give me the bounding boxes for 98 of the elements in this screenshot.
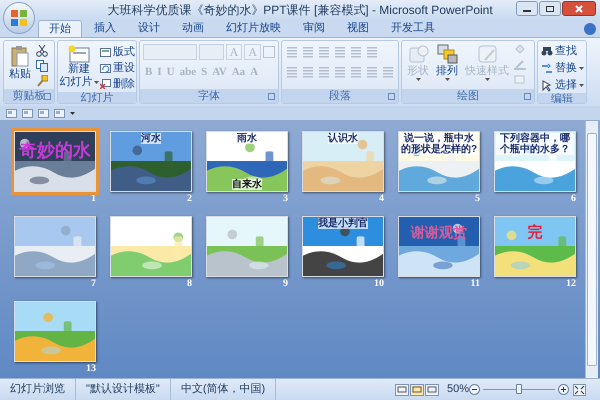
normal-view-icon[interactable] xyxy=(394,384,409,396)
sorter-view-icon[interactable] xyxy=(410,384,424,396)
zoom-in-icon[interactable] xyxy=(558,384,569,395)
clipboard-icon xyxy=(11,45,29,67)
slide-text: 我是小判官 xyxy=(318,218,368,229)
caret-icon xyxy=(444,78,450,81)
slide-text: 雨水 xyxy=(237,133,257,144)
launcher-icon[interactable] xyxy=(268,93,275,100)
ribbon-button[interactable]: 查找 xyxy=(541,44,584,59)
slide-thumbnail[interactable]: 河水 xyxy=(110,131,192,192)
close-icon xyxy=(575,4,583,12)
slide-title: 奇妙的水 xyxy=(19,139,91,162)
scissors-icon[interactable] xyxy=(36,45,48,57)
caret-icon xyxy=(416,78,420,81)
slide-thumbnail[interactable]: 下列容器中，哪个瓶中的水多？ xyxy=(494,131,576,192)
launcher-icon[interactable] xyxy=(44,93,51,100)
delete-icon xyxy=(100,79,111,89)
image-icon[interactable] xyxy=(22,108,33,118)
slide-number: 9 xyxy=(283,277,288,291)
slide-thumbnail[interactable]: 认识水 xyxy=(302,131,384,192)
ribbon-tab[interactable]: 动画 xyxy=(172,20,214,37)
caret-icon xyxy=(94,81,98,84)
slide-number: 8 xyxy=(187,277,192,291)
scrollbar[interactable] xyxy=(585,121,598,378)
ribbon-button[interactable]: 替换 xyxy=(541,61,584,76)
status-text: "默认设计模板" xyxy=(76,379,171,400)
paste-button[interactable]: 粘贴 xyxy=(7,43,33,81)
ribbon-tab[interactable]: 幻灯片放映 xyxy=(216,20,291,37)
ribbon-button[interactable]: 删除 xyxy=(100,76,136,92)
restore-button[interactable] xyxy=(539,1,561,16)
brush-icon[interactable] xyxy=(36,75,48,87)
layout-icon xyxy=(100,47,111,57)
slide-number: 2 xyxy=(187,192,192,206)
slide-thumbnail[interactable]: 我是小判官 xyxy=(302,216,384,277)
status-text: 幻灯片浏览 xyxy=(0,379,76,400)
group-label: 剪贴板 xyxy=(12,90,46,102)
minimize-button[interactable] xyxy=(516,1,538,16)
slider-thumb[interactable] xyxy=(516,384,522,394)
shapes-icon xyxy=(408,44,428,64)
zoom-level: 50% xyxy=(446,382,469,398)
pointer-icon xyxy=(541,80,553,92)
slide-number: 4 xyxy=(379,192,384,206)
ribbon-tab[interactable]: 视图 xyxy=(337,20,379,37)
slide-number: 12 xyxy=(566,277,576,291)
slide-text: 下列容器中，哪个瓶中的水多？ xyxy=(496,133,574,155)
fill-icon[interactable] xyxy=(514,44,526,55)
ribbon-tab[interactable]: 开始 xyxy=(38,20,82,37)
copy-icon[interactable] xyxy=(36,60,48,72)
outline-icon[interactable] xyxy=(514,59,526,70)
new-slide-button[interactable]: 新建 幻灯片 xyxy=(61,43,97,89)
fit-window-icon[interactable] xyxy=(573,384,586,396)
slide-number: 13 xyxy=(86,362,96,376)
slide-number: 3 xyxy=(283,192,288,206)
arrange-icon xyxy=(436,44,458,64)
slide-text: 河水 xyxy=(141,133,161,144)
ribbon-button[interactable]: 排列 xyxy=(434,43,460,81)
help-button[interactable] xyxy=(584,23,596,35)
effects-icon[interactable] xyxy=(514,74,526,85)
status-text: 中文(简体，中国) xyxy=(170,379,276,400)
slide-thumbnail[interactable]: 说一说，瓶中水的形状是怎样的? xyxy=(398,131,480,192)
launcher-icon[interactable] xyxy=(388,93,395,100)
grid-icon[interactable] xyxy=(54,108,65,118)
close-button[interactable] xyxy=(562,1,596,16)
slide-number: 11 xyxy=(470,277,480,291)
ribbon-tab[interactable]: 开发工具 xyxy=(381,20,445,37)
group-label: 段落 xyxy=(329,90,351,102)
reset-icon xyxy=(100,63,111,73)
caret-icon xyxy=(484,78,490,81)
slide-number: 5 xyxy=(475,192,480,206)
zoom-out-icon[interactable] xyxy=(469,384,480,395)
group-label: 幻灯片 xyxy=(80,92,114,103)
new-slide-icon xyxy=(68,45,90,63)
binoculars-icon xyxy=(541,46,553,58)
slide-thumbnail[interactable]: 雨水 自来水 xyxy=(206,131,288,192)
ribbon-tab[interactable]: 设计 xyxy=(128,20,170,37)
zoom-slider[interactable] xyxy=(483,384,555,395)
quick-styles-icon xyxy=(476,44,498,64)
ribbon-tab[interactable]: 插入 xyxy=(84,20,126,37)
slideshow-icon[interactable] xyxy=(424,384,439,396)
slide-icon[interactable] xyxy=(6,108,17,118)
group-label: 字体 xyxy=(198,90,220,102)
slide-text: 认识水 xyxy=(328,133,358,144)
ribbon-tab[interactable]: 审阅 xyxy=(293,20,335,37)
group-label: 绘图 xyxy=(457,90,479,102)
slide-text: 自来水 xyxy=(232,179,262,190)
slide-text: 说一说，瓶中水的形状是怎样的? xyxy=(400,133,478,155)
slide-title: 完 xyxy=(528,223,542,243)
caret-icon[interactable] xyxy=(70,112,75,114)
slide-number: 6 xyxy=(571,192,576,206)
replace-icon xyxy=(541,62,553,74)
launcher-icon[interactable] xyxy=(524,93,531,100)
ribbon-button[interactable]: 重设 xyxy=(100,60,136,76)
copy-slides-icon[interactable] xyxy=(38,108,49,118)
window-title: 大班科学优质课《奇妙的水》PPT课件 [兼容模式] - Microsoft PowerPoint xyxy=(107,2,493,19)
squares-icon xyxy=(11,10,27,26)
ribbon-button[interactable]: 选择 xyxy=(541,78,584,93)
slide-number: 7 xyxy=(91,277,96,291)
slide-number: 10 xyxy=(374,277,384,291)
